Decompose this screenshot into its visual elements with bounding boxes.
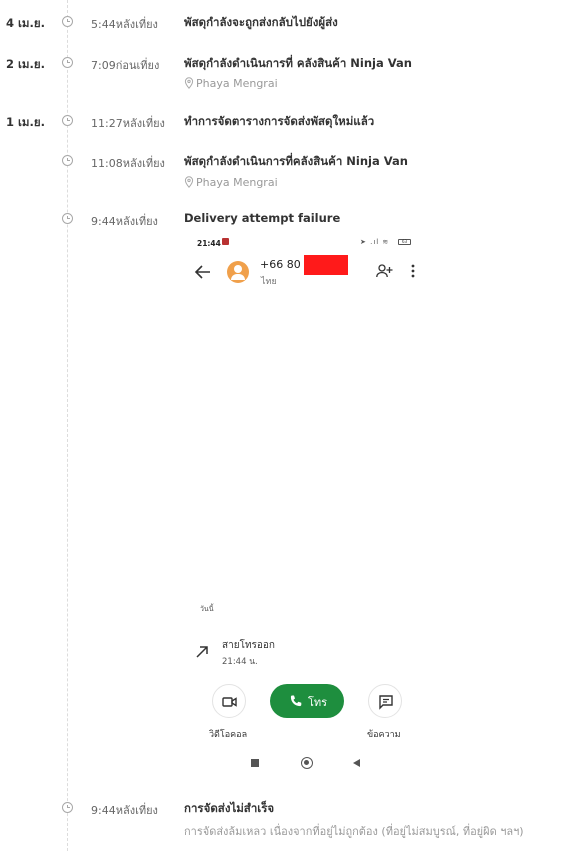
clock-icon: [62, 155, 73, 166]
event-description: การจัดส่งล้มเหลว เนื่องจากที่อยู่ไม่ถูกต…: [184, 825, 524, 838]
event-location: Phaya Mengrai: [184, 77, 278, 90]
event-title: พัสดุกำลังจะถูกส่งกลับไปยังผู้ส่ง: [184, 15, 338, 29]
event-location: Phaya Mengrai: [184, 176, 278, 189]
clock-icon: [62, 115, 73, 126]
call-type: สายโทรออก: [222, 640, 275, 651]
contact-avatar: [227, 261, 249, 283]
redaction-box: [304, 255, 348, 275]
event-time: 11:27หลังเที่ยง: [91, 117, 165, 130]
call-day-label: วันนี้: [200, 605, 214, 613]
message-icon: [379, 695, 393, 710]
call-button-label: โทร: [308, 696, 328, 709]
home-nav-icon: [301, 757, 313, 769]
location-label: Phaya Mengrai: [196, 176, 278, 189]
clock-icon: [62, 213, 73, 224]
call-button[interactable]: โทร: [270, 684, 344, 718]
recents-nav-icon: [251, 759, 259, 767]
event-title: พัสดุกำลังดำเนินการที่ คลังสินค้า Ninja …: [184, 56, 412, 70]
back-nav-icon: [353, 759, 360, 767]
phone-status-time: 21:44: [197, 239, 221, 248]
clock-icon: [62, 802, 73, 813]
event-time: 9:44หลังเที่ยง: [91, 804, 158, 817]
video-call-button[interactable]: [212, 684, 246, 718]
event-time: 7:09ก่อนเที่ยง: [91, 59, 160, 72]
event-time: 5:44หลังเที่ยง: [91, 18, 158, 31]
event-time: 9:44หลังเที่ยง: [91, 215, 158, 228]
back-arrow-icon: [194, 265, 210, 279]
event-date: 4 เม.ย.: [6, 16, 45, 30]
video-call-label: วิดีโอคอล: [209, 730, 248, 740]
battery-icon: 63: [398, 239, 411, 245]
timeline-line: [67, 0, 68, 851]
location-label: Phaya Mengrai: [196, 77, 278, 90]
message-button[interactable]: [368, 684, 402, 718]
contact-region: ไทย: [261, 277, 277, 287]
clock-icon: [62, 16, 73, 27]
phone-icon: [290, 695, 302, 707]
event-title: การจัดส่งไม่สำเร็จ: [184, 801, 275, 815]
event-title: ทำการจัดตารางการจัดส่งพัสดุใหม่แล้ว: [184, 114, 375, 128]
message-label: ข้อความ: [367, 730, 401, 740]
attachment-screenshot[interactable]: 21:44 ➤ .ıl ≋ 63 +66 80 5 ไทย วันนี้ สาย…: [188, 230, 428, 780]
notification-icon: [222, 238, 229, 245]
video-camera-icon: [222, 697, 237, 707]
event-title: พัสดุกำลังดำเนินการที่คลังสินค้า Ninja V…: [184, 154, 408, 168]
signal-wifi-icon: ➤ .ıl ≋: [360, 238, 390, 246]
event-date: 1 เม.ย.: [6, 115, 45, 129]
outgoing-call-icon: [196, 646, 208, 658]
call-time: 21:44 น.: [222, 657, 258, 667]
more-vert-icon: [411, 264, 415, 278]
clock-icon: [62, 57, 73, 68]
location-pin-icon: [184, 77, 194, 89]
event-date: 2 เม.ย.: [6, 57, 45, 71]
event-title: Delivery attempt failure: [184, 211, 341, 225]
add-contact-icon: [376, 264, 393, 278]
location-pin-icon: [184, 176, 194, 188]
event-time: 11:08หลังเที่ยง: [91, 157, 165, 170]
